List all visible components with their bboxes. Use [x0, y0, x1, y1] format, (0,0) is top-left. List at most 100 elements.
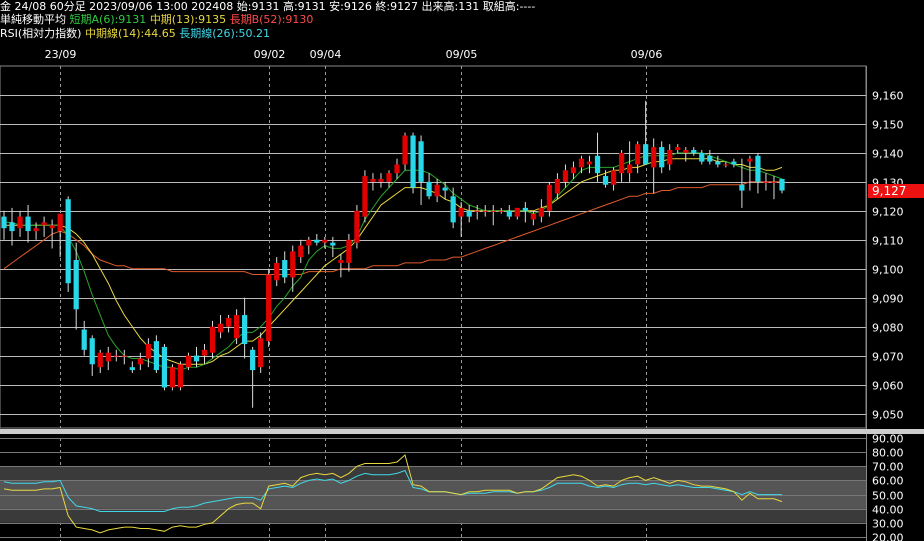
candle-down [779, 178, 785, 191]
rsi-y-tick-label: 80.00 [872, 447, 904, 460]
candle-up [217, 323, 224, 333]
candle-up [683, 149, 689, 153]
candle-up [306, 239, 312, 246]
candle-up [651, 147, 657, 168]
candle-up [482, 210, 488, 212]
candle-up [362, 176, 368, 217]
candle-down [522, 207, 528, 211]
candle-up [386, 173, 392, 182]
candle-up [41, 222, 47, 226]
candle-down [65, 199, 71, 284]
candle-up [570, 167, 577, 174]
candle-up [105, 352, 111, 362]
candle-up [618, 152, 625, 174]
candle-down [161, 346, 168, 388]
rsi-y-tick-label: 20.00 [872, 532, 904, 541]
candle-up [610, 170, 617, 185]
candle-up [458, 207, 464, 217]
candle-up [530, 213, 536, 220]
candle-up [546, 184, 553, 211]
candle-up [434, 184, 440, 197]
rsi-y-tick-label: 70.00 [872, 461, 904, 474]
candle-up [322, 239, 328, 243]
candle-up [137, 358, 143, 365]
candle-up [514, 207, 520, 217]
y-tick-label: 9,120 [872, 206, 904, 219]
candle-up [370, 178, 376, 182]
candle-down [9, 222, 15, 232]
candle-up [586, 161, 593, 165]
candle-down [250, 349, 256, 371]
candle-up [225, 317, 232, 327]
ma6-line [4, 152, 783, 371]
candle-up [675, 147, 681, 150]
candle-down [314, 239, 320, 243]
candle-up [474, 210, 480, 212]
candle-up [627, 164, 633, 174]
candle-up [763, 181, 769, 183]
candle-down [330, 242, 336, 246]
candle-down [659, 147, 665, 168]
candle-up [49, 225, 55, 229]
candle-down [25, 216, 31, 232]
candle-down [691, 149, 697, 153]
candle-down [739, 184, 745, 191]
candle-up [578, 158, 585, 168]
y-tick-label: 9,060 [872, 380, 904, 393]
candle-up [121, 355, 127, 357]
candle-up [554, 178, 561, 194]
candlestick-chart: 9,050 9,060 9,070 9,080 9,090 9,100 9,110 9,120… [0, 65, 924, 541]
rsi-y-tick-label: 40.00 [872, 504, 904, 517]
candle-down [153, 341, 159, 371]
candle-down [699, 152, 705, 162]
candle-down [602, 176, 609, 185]
candle-down [755, 155, 761, 182]
candle-up [97, 352, 103, 368]
candle-up [346, 239, 352, 263]
candle-up [394, 164, 400, 174]
candle-up [113, 355, 119, 357]
rsi-y-tick-label: 50.00 [872, 490, 904, 503]
candle-down [410, 135, 416, 188]
candle-up [33, 228, 39, 232]
y-tick-label: 9,110 [872, 235, 904, 248]
candle-up [402, 135, 408, 165]
y-tick-label: 9,160 [872, 90, 904, 103]
y-tick-label: 9,080 [872, 322, 904, 335]
candle-up [177, 364, 184, 388]
candle-down [81, 329, 87, 350]
candle-up [258, 338, 264, 368]
candle-up [298, 245, 304, 258]
candle-up [747, 158, 753, 162]
candle-down [89, 338, 95, 365]
candle-down [193, 355, 200, 362]
candle-up [538, 207, 544, 217]
ma13-line [4, 158, 783, 365]
candle-up [145, 344, 151, 359]
candle-down [715, 161, 721, 165]
candle-up [233, 315, 240, 339]
candle-up [635, 144, 641, 165]
candle-down [643, 144, 649, 165]
candle-down [450, 196, 456, 223]
last-price-badge: 9,127 [868, 183, 924, 198]
candle-up [209, 326, 216, 353]
y-tick-label: 9,150 [872, 119, 904, 132]
candle-down [73, 260, 79, 310]
main-plot-frame [0, 65, 867, 429]
candle-up [201, 349, 208, 356]
candle-up [723, 164, 729, 166]
candle-down [594, 155, 601, 174]
candle-down [466, 210, 472, 217]
candle-down [282, 260, 288, 278]
candle-up [274, 262, 280, 281]
candle-up [338, 260, 344, 263]
candle-up [771, 181, 777, 183]
candle-down [707, 155, 713, 162]
candle-up [169, 367, 176, 388]
candle-up [185, 355, 192, 368]
panel-separator [0, 429, 924, 434]
candle-down [418, 141, 424, 182]
candle-up [17, 216, 23, 229]
candle-down [1, 216, 7, 229]
